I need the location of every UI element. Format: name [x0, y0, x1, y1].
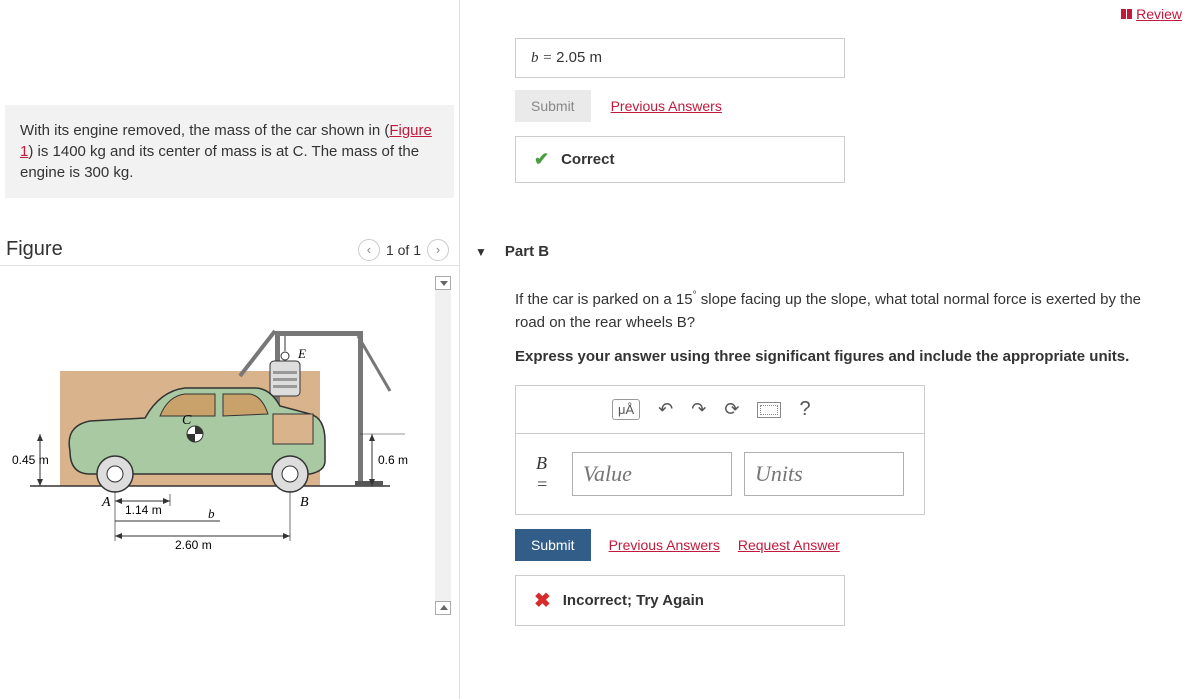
reset-icon[interactable]: ⟳: [724, 399, 739, 420]
flag-icon: [1121, 9, 1132, 19]
redo-icon[interactable]: ↷: [691, 399, 706, 420]
part-a-previous-answers-link[interactable]: Previous Answers: [611, 98, 722, 114]
figure-svg: E C 0.45 m: [10, 296, 420, 576]
svg-text:1.14 m: 1.14 m: [125, 503, 162, 517]
part-b-title: Part B: [505, 243, 549, 260]
review-link[interactable]: Review: [1121, 6, 1182, 22]
svg-text:0.45 m: 0.45 m: [12, 453, 49, 467]
figure-scrollbar[interactable]: [435, 276, 451, 615]
svg-text:B: B: [300, 495, 309, 510]
part-b-header[interactable]: ▼ Part B: [475, 243, 1185, 260]
part-b-submit-button[interactable]: Submit: [515, 529, 591, 561]
collapse-caret-icon: ▼: [475, 245, 487, 259]
review-label: Review: [1136, 6, 1182, 22]
right-pane: Review b = 2.05 m Submit Previous Answer…: [460, 0, 1200, 699]
part-b-instruction: Express your answer using three signific…: [515, 346, 1135, 367]
feedback-correct-text: Correct: [561, 151, 614, 168]
svg-text:A: A: [101, 495, 111, 510]
part-a-submit-row: Submit Previous Answers: [515, 90, 1185, 122]
eq-label: B =: [536, 453, 560, 495]
units-input[interactable]: [744, 452, 904, 496]
part-a-answer-box: b = 2.05 m: [515, 38, 845, 78]
figure-header: Figure ‹ 1 of 1 ›: [0, 198, 459, 271]
keyboard-icon[interactable]: [757, 402, 781, 418]
problem-statement: With its engine removed, the mass of the…: [5, 105, 454, 198]
part-b-previous-answers-link[interactable]: Previous Answers: [609, 537, 720, 553]
svg-text:C: C: [182, 413, 192, 428]
figure-pager-text: 1 of 1: [386, 242, 421, 258]
left-pane: With its engine removed, the mass of the…: [0, 0, 460, 699]
problem-text-1: With its engine removed, the mass of the…: [20, 122, 389, 139]
units-tool-icon[interactable]: μÅ: [612, 399, 640, 420]
problem-text-2: ) is 1400 kg and its center of mass is a…: [20, 143, 419, 181]
request-answer-link[interactable]: Request Answer: [738, 537, 840, 553]
q-text1: If the car is parked on a 15: [515, 291, 693, 308]
figure-next-button[interactable]: ›: [427, 239, 449, 261]
svg-text:b: b: [208, 506, 215, 521]
svg-text:0.6 m: 0.6 m: [378, 453, 408, 467]
answer-value: 2.05 m: [556, 49, 602, 66]
scroll-up-button[interactable]: [435, 276, 451, 290]
part-b-input-panel: μÅ ↶ ↷ ⟳ ? B =: [515, 385, 925, 515]
x-icon: ✖: [534, 588, 551, 613]
figure-area: E C 0.45 m: [0, 265, 459, 625]
part-a-submit-button[interactable]: Submit: [515, 90, 591, 122]
figure-prev-button[interactable]: ‹: [358, 239, 380, 261]
input-toolbar: μÅ ↶ ↷ ⟳ ?: [516, 386, 924, 434]
check-icon: ✔: [534, 149, 549, 170]
input-row: B =: [516, 434, 924, 514]
svg-text:E: E: [297, 346, 306, 361]
svg-text:2.60 m: 2.60 m: [175, 538, 212, 552]
part-b-submit-row: Submit Previous Answers Request Answer: [515, 529, 1185, 561]
part-a-feedback: ✔ Correct: [515, 136, 845, 183]
feedback-incorrect-text: Incorrect; Try Again: [563, 592, 704, 609]
scroll-down-button[interactable]: [435, 601, 451, 615]
part-b-question: If the car is parked on a 15° slope faci…: [515, 288, 1175, 334]
answer-prefix: b =: [531, 50, 556, 66]
value-input[interactable]: [572, 452, 732, 496]
figure-pager: ‹ 1 of 1 ›: [358, 239, 449, 261]
figure-title: Figure: [6, 238, 63, 261]
help-icon[interactable]: ?: [799, 398, 810, 421]
undo-icon[interactable]: ↶: [658, 399, 673, 420]
part-b-feedback: ✖ Incorrect; Try Again: [515, 575, 845, 626]
